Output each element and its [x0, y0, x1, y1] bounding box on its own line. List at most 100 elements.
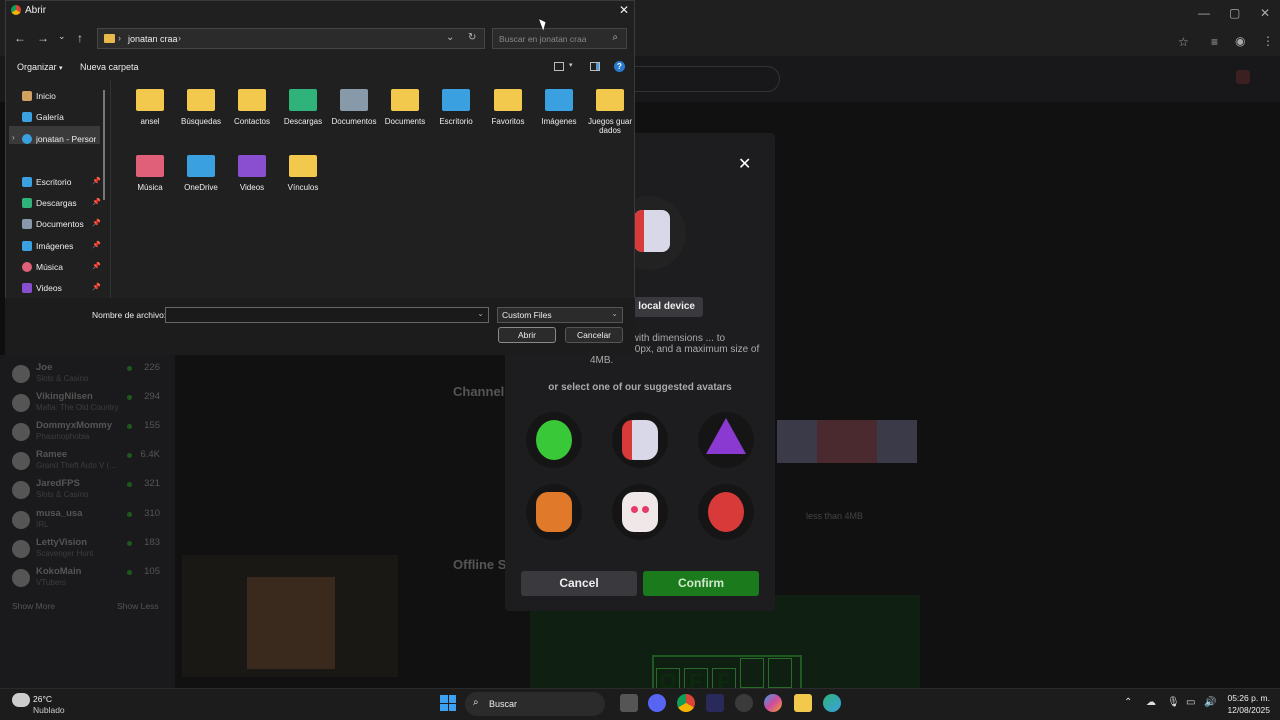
chevron-down-icon[interactable]: ⌄ — [446, 32, 454, 43]
pin-icon[interactable]: 📌 — [92, 198, 101, 206]
nav-item-desktop[interactable]: Escritorio 📌 — [8, 173, 103, 193]
bookmark-star-icon[interactable]: ☆ — [1178, 35, 1189, 49]
address-bar[interactable]: › jonatan craa › ⌄ ↻ — [97, 28, 485, 49]
dialog-search-input[interactable]: Buscar en jonatan craa ⌕ — [492, 28, 627, 49]
open-button[interactable]: Abrir — [498, 327, 556, 343]
channel-item[interactable]: musa_usa IRL 310 — [10, 507, 170, 533]
dialog-close-icon[interactable]: ✕ — [619, 3, 629, 17]
back-arrow-icon[interactable]: ← — [14, 31, 26, 45]
window-close-icon[interactable]: ✕ — [1260, 6, 1270, 20]
folder-item[interactable]: Escritorio — [432, 83, 480, 149]
folder-item[interactable]: Descargas — [279, 83, 327, 149]
new-folder-button[interactable]: Nueva carpeta — [80, 62, 139, 72]
folder-item[interactable]: Vínculos — [279, 149, 327, 215]
chevron-right-icon[interactable]: › — [12, 133, 15, 142]
modal-close-icon[interactable]: ✕ — [738, 154, 751, 174]
nav-item-music[interactable]: Música 📌 — [8, 258, 103, 278]
green-blob-avatar-icon[interactable] — [526, 412, 582, 468]
channel-item[interactable]: Ramee Grand Theft Auto V (... 6.4K — [10, 448, 170, 474]
network-icon[interactable]: ▭ — [1186, 697, 1195, 708]
cube-robot-avatar-icon[interactable] — [612, 412, 668, 468]
pin-icon[interactable]: 📌 — [92, 283, 101, 291]
weather-description[interactable]: Nublado — [33, 705, 65, 715]
folder-item[interactable]: Contactos — [228, 83, 276, 149]
chevron-down-icon[interactable]: ⌄ — [477, 309, 484, 318]
filetype-select[interactable]: Custom Files ⌄ — [497, 307, 623, 323]
folder-item[interactable]: Favoritos — [484, 83, 532, 149]
channel-item[interactable]: VikingNilsen Mafia: The Old Country 294 — [10, 390, 170, 416]
steam-icon[interactable] — [735, 694, 753, 712]
maximize-icon[interactable]: ▢ — [1229, 6, 1240, 20]
media-icon[interactable]: ≡ — [1211, 35, 1218, 49]
up-arrow-icon[interactable]: ↑ — [77, 31, 83, 45]
weather-temperature[interactable]: 26°C — [33, 694, 52, 704]
cancel-button[interactable]: Cancelar — [565, 327, 623, 343]
pin-icon[interactable]: 📌 — [92, 241, 101, 249]
show-less-link[interactable]: Show Less — [117, 601, 159, 611]
clock-date[interactable]: 12/08/2025 — [1226, 705, 1270, 715]
pin-icon[interactable]: 📌 — [92, 177, 101, 185]
folder-item[interactable]: Documents — [381, 83, 429, 149]
microphone-icon[interactable]: 🎙 — [1167, 697, 1180, 708]
folder-item[interactable]: OneDrive — [177, 149, 225, 215]
pyramid-avatar-icon[interactable] — [698, 412, 754, 468]
preview-pane-icon[interactable] — [590, 62, 600, 71]
folder-item[interactable]: Juegos guardados — [586, 83, 634, 149]
caret-down-icon[interactable]: ▾ — [569, 61, 573, 69]
view-options-icon[interactable] — [554, 62, 564, 71]
chevron-up-icon[interactable]: ⌃ — [1124, 697, 1132, 708]
start-button[interactable] — [440, 695, 456, 711]
pin-icon[interactable]: 📌 — [92, 262, 101, 270]
discord-icon[interactable] — [648, 694, 666, 712]
nav-item-videos[interactable]: Videos 📌 — [8, 279, 103, 299]
folder-item[interactable]: ansel — [126, 83, 174, 149]
nav-scrollbar[interactable] — [103, 90, 105, 200]
channel-item[interactable]: JaredFPS Slots & Casino 321 — [10, 477, 170, 503]
taskbar-search[interactable]: ⌕ Buscar — [465, 692, 605, 716]
channel-item[interactable]: KokoMain VTubers 105 — [10, 565, 170, 591]
filename-input[interactable]: ⌄ — [165, 307, 489, 323]
folder-item[interactable]: Videos — [228, 149, 276, 215]
refresh-icon[interactable]: ↻ — [468, 32, 476, 43]
edge-icon[interactable] — [823, 694, 841, 712]
minimize-icon[interactable]: — — [1198, 6, 1210, 20]
pin-icon[interactable]: 📌 — [92, 219, 101, 227]
app-icon[interactable] — [706, 694, 724, 712]
user-avatar[interactable] — [1236, 70, 1250, 84]
folder-item[interactable]: Música — [126, 149, 174, 215]
modal-confirm-button[interactable]: Confirm — [643, 571, 759, 596]
show-more-link[interactable]: Show More — [12, 601, 55, 611]
nav-item-downloads[interactable]: Descargas 📌 — [8, 194, 103, 214]
red-helmet-avatar-icon[interactable] — [698, 484, 754, 540]
volume-icon[interactable]: 🔊 — [1204, 697, 1216, 708]
clock-time[interactable]: 05:26 p. m. — [1226, 693, 1270, 703]
chevron-right-icon[interactable]: › — [178, 33, 181, 43]
nav-item-onedrive[interactable]: › jonatan - Personal — [8, 130, 103, 150]
profile-icon[interactable]: ◉ — [1235, 34, 1245, 48]
channel-item[interactable]: LettyVision Scavenger Hunt 183 — [10, 536, 170, 562]
channel-item[interactable]: DommyxMommy Phasmophobia 155 — [10, 419, 170, 445]
recent-locations-icon[interactable]: ⌄ — [58, 31, 66, 42]
chrome-taskbar-icon[interactable] — [677, 694, 695, 712]
forward-arrow-icon[interactable]: → — [37, 31, 49, 45]
nav-item-documents[interactable]: Documentos 📌 — [8, 215, 103, 235]
cloud-icon[interactable]: ☁ — [1146, 697, 1156, 708]
modal-cancel-button[interactable]: Cancel — [521, 571, 637, 596]
mask-avatar-icon[interactable] — [526, 484, 582, 540]
nav-item-home[interactable]: Inicio — [8, 87, 103, 107]
weather-cloud-icon[interactable] — [12, 693, 30, 707]
nav-item-gallery[interactable]: Galería — [8, 108, 103, 128]
channel-item[interactable]: Joe Slots & Casino 226 — [10, 361, 170, 387]
heart-cup-avatar-icon[interactable] — [612, 484, 668, 540]
nav-item-images[interactable]: Imágenes 📌 — [8, 237, 103, 257]
address-path[interactable]: jonatan craa — [128, 34, 178, 44]
task-view-icon[interactable] — [620, 694, 638, 712]
browser-menu-icon[interactable]: ⋮ — [1262, 34, 1274, 48]
file-explorer-icon[interactable] — [794, 694, 812, 712]
folder-item[interactable]: Imágenes — [535, 83, 583, 149]
folder-item[interactable]: Búsquedas — [177, 83, 225, 149]
organize-menu[interactable]: Organizar ▾ — [17, 62, 63, 72]
copilot-icon[interactable] — [764, 694, 782, 712]
video-thumbnail[interactable] — [182, 555, 398, 677]
folder-item[interactable]: Documentos — [330, 83, 378, 149]
